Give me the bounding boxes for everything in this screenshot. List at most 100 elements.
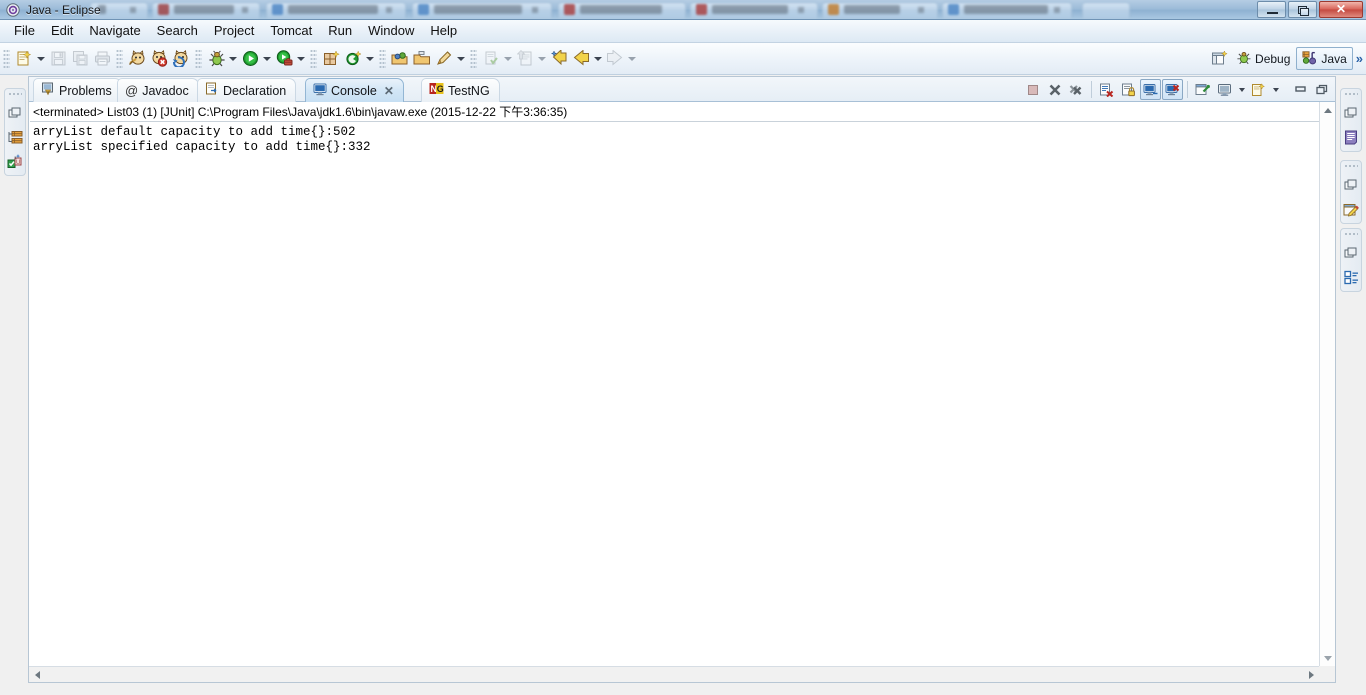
- restore-icon[interactable]: [5, 103, 25, 123]
- close-icon[interactable]: ✕: [384, 84, 394, 98]
- previous-annotation-dropdown-arrow[interactable]: [536, 48, 548, 70]
- restore-icon[interactable]: [1341, 175, 1361, 195]
- print-icon[interactable]: [91, 48, 113, 70]
- restore-button[interactable]: [1288, 1, 1317, 18]
- console-text-area[interactable]: <terminated> List03 (1) [JUnit] C:\Progr…: [30, 103, 1319, 666]
- console-icon: [313, 82, 327, 99]
- package-explorer-icon[interactable]: [5, 127, 25, 147]
- previous-annotation-icon[interactable]: [514, 48, 536, 70]
- tab-javadoc[interactable]: @ Javadoc: [117, 78, 199, 102]
- toolbar-overflow-chevron[interactable]: »: [1353, 51, 1366, 66]
- menu-tomcat[interactable]: Tomcat: [262, 21, 320, 41]
- external-tools-dropdown-arrow[interactable]: [295, 48, 307, 70]
- menu-edit[interactable]: Edit: [43, 21, 81, 41]
- remove-launch-button[interactable]: [1044, 79, 1065, 100]
- scroll-left-arrow[interactable]: [29, 667, 45, 682]
- save-icon[interactable]: [47, 48, 69, 70]
- menu-window[interactable]: Window: [360, 21, 422, 41]
- maximize-icon[interactable]: [1312, 79, 1333, 100]
- open-console-dropdown-arrow[interactable]: [1270, 79, 1281, 100]
- menu-run[interactable]: Run: [320, 21, 360, 41]
- perspective-debug[interactable]: Debug: [1230, 47, 1296, 70]
- tab-problems[interactable]: Problems: [33, 78, 122, 102]
- tab-label: Console: [331, 83, 377, 98]
- perspective-java[interactable]: Java: [1296, 47, 1353, 70]
- toolbar-grip-6[interactable]: [470, 48, 477, 69]
- run-icon[interactable]: [239, 48, 261, 70]
- run-dropdown-arrow[interactable]: [261, 48, 273, 70]
- display-console-dropdown-arrow[interactable]: [1236, 79, 1247, 100]
- tomcat-stop-icon[interactable]: [148, 48, 170, 70]
- outline-document-icon[interactable]: [1341, 127, 1361, 147]
- back-icon[interactable]: [570, 48, 592, 70]
- tab-label: Problems: [59, 83, 112, 98]
- debug-icon[interactable]: [205, 48, 227, 70]
- next-annotation-dropdown-arrow[interactable]: [502, 48, 514, 70]
- next-annotation-icon[interactable]: [480, 48, 502, 70]
- search-icon[interactable]: [433, 48, 455, 70]
- restore-icon[interactable]: [1341, 103, 1361, 123]
- open-type-icon[interactable]: [389, 48, 411, 70]
- minimize-button[interactable]: [1257, 1, 1286, 18]
- pin-console-button[interactable]: [1192, 79, 1213, 100]
- new-java-class-dropdown-arrow[interactable]: [364, 48, 376, 70]
- console-horizontal-scrollbar[interactable]: [29, 666, 1319, 682]
- menu-search[interactable]: Search: [149, 21, 206, 41]
- fastview-grip[interactable]: [1344, 232, 1358, 237]
- console-vertical-scrollbar[interactable]: [1319, 102, 1335, 666]
- tomcat-start-icon[interactable]: [126, 48, 148, 70]
- clear-console-button[interactable]: [1096, 79, 1117, 100]
- fastview-grip[interactable]: [1344, 164, 1358, 169]
- fastview-grip[interactable]: [1344, 92, 1358, 97]
- forward-icon[interactable]: [604, 48, 626, 70]
- show-console-on-error-button[interactable]: [1162, 79, 1183, 100]
- junit-icon[interactable]: U: [5, 151, 25, 171]
- eclipse-icon: [6, 3, 20, 17]
- toolbar-grip-4[interactable]: [310, 48, 317, 69]
- open-console-button[interactable]: [1248, 79, 1269, 100]
- toolbar-grip-2[interactable]: [116, 48, 123, 69]
- show-console-on-output-button[interactable]: [1140, 79, 1161, 100]
- open-task-icon[interactable]: [411, 48, 433, 70]
- editor-pencil-icon[interactable]: [1341, 199, 1361, 219]
- search-dropdown-arrow[interactable]: [455, 48, 467, 70]
- new-wizard-dropdown-arrow[interactable]: [35, 48, 47, 70]
- last-edit-location-icon[interactable]: [548, 48, 570, 70]
- tab-declaration[interactable]: Declaration: [197, 78, 297, 102]
- scroll-down-arrow[interactable]: [1320, 650, 1335, 666]
- scroll-lock-button[interactable]: [1118, 79, 1139, 100]
- tab-testng[interactable]: N G TestNG: [421, 78, 500, 102]
- menu-project[interactable]: Project: [206, 21, 262, 41]
- menu-help[interactable]: Help: [422, 21, 465, 41]
- forward-dropdown-arrow[interactable]: [626, 48, 638, 70]
- terminate-button[interactable]: [1022, 79, 1043, 100]
- tab-console[interactable]: Console ✕: [305, 78, 404, 102]
- menu-bar: File Edit Navigate Search Project Tomcat…: [0, 20, 1366, 43]
- menu-file[interactable]: File: [6, 21, 43, 41]
- external-tools-icon[interactable]: [273, 48, 295, 70]
- declaration-icon: [205, 82, 219, 99]
- outline-tree-icon[interactable]: [1341, 267, 1361, 287]
- svg-text:G: G: [437, 84, 444, 94]
- toolbar-grip[interactable]: [3, 48, 10, 69]
- new-wizard-icon[interactable]: [13, 48, 35, 70]
- scroll-right-arrow[interactable]: [1303, 667, 1319, 682]
- minimize-icon[interactable]: [1290, 79, 1311, 100]
- open-perspective-icon[interactable]: [1208, 48, 1230, 70]
- remove-all-terminated-button[interactable]: [1066, 79, 1087, 100]
- restore-icon[interactable]: [1341, 243, 1361, 263]
- new-java-class-icon[interactable]: [342, 48, 364, 70]
- toolbar-grip-5[interactable]: [379, 48, 386, 69]
- scroll-up-arrow[interactable]: [1320, 102, 1335, 118]
- tab-label: TestNG: [448, 83, 490, 98]
- toolbar-grip-3[interactable]: [195, 48, 202, 69]
- close-button[interactable]: ✕: [1319, 1, 1363, 18]
- fastview-grip[interactable]: [8, 92, 22, 97]
- tomcat-restart-icon[interactable]: [170, 48, 192, 70]
- save-all-icon[interactable]: [69, 48, 91, 70]
- menu-navigate[interactable]: Navigate: [81, 21, 148, 41]
- new-java-package-icon[interactable]: [320, 48, 342, 70]
- back-dropdown-arrow[interactable]: [592, 48, 604, 70]
- display-selected-console-button[interactable]: [1214, 79, 1235, 100]
- debug-dropdown-arrow[interactable]: [227, 48, 239, 70]
